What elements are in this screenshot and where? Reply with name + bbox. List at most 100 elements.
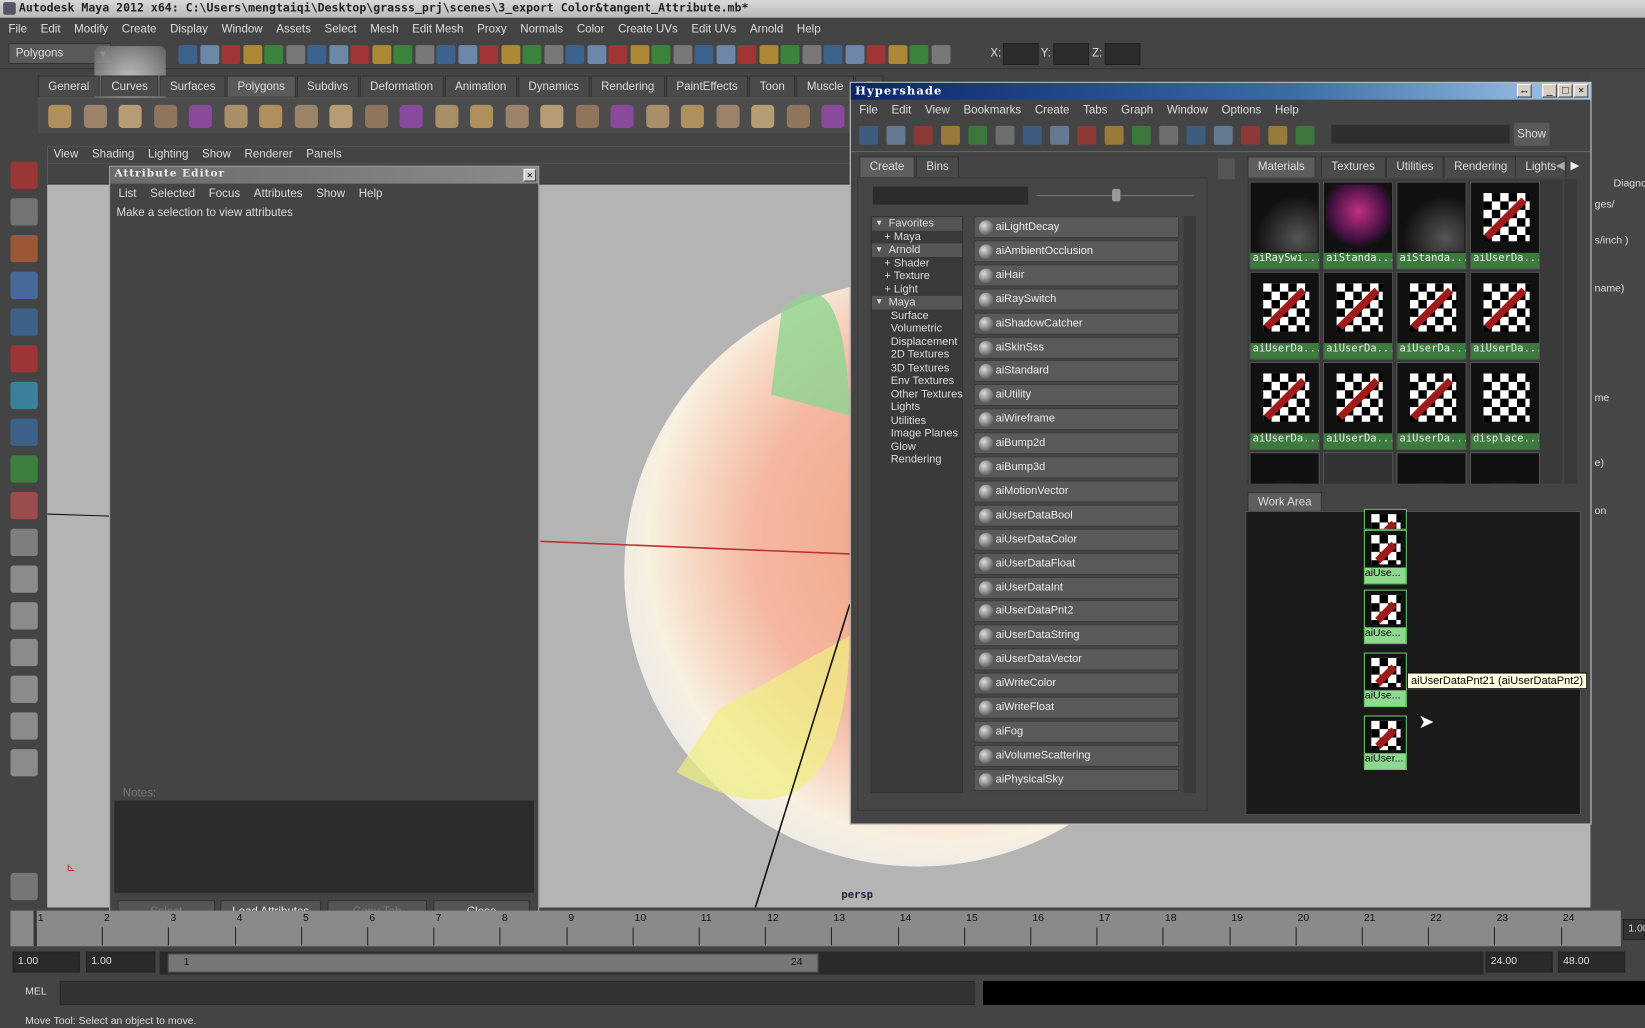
- tab-bins[interactable]: Bins: [915, 156, 960, 178]
- menu-arnold[interactable]: Arnold: [750, 23, 783, 36]
- material-swatch[interactable]: aiUserDa...: [1249, 271, 1320, 360]
- node-list-scrollbar[interactable]: [1183, 216, 1196, 794]
- node-item-aivolumescattering[interactable]: aiVolumeScattering: [973, 744, 1180, 767]
- shelf-tool-icon[interactable]: [329, 104, 353, 128]
- work-area-node[interactable]: aiUse...: [1363, 652, 1407, 708]
- material-swatch[interactable]: aiUserDa...: [1322, 361, 1394, 451]
- shelf-tool-icon[interactable]: [83, 104, 107, 128]
- hs-menu-file[interactable]: File: [859, 103, 878, 116]
- expand-arrow-icon[interactable]: ▼: [875, 217, 883, 230]
- create-filter-field[interactable]: [872, 186, 1029, 205]
- shelf-tool-icon[interactable]: [716, 104, 740, 128]
- menu-normals[interactable]: Normals: [520, 23, 563, 36]
- hs-menu-help[interactable]: Help: [1275, 103, 1299, 116]
- status-tool-icon[interactable]: [716, 45, 735, 64]
- tool-icon[interactable]: [10, 528, 38, 557]
- hypershade-tool-icon[interactable]: [1213, 125, 1233, 145]
- node-item-aihair[interactable]: aiHair: [973, 264, 1180, 287]
- tool-icon[interactable]: [10, 308, 38, 336]
- shelf-tool-icon[interactable]: [505, 104, 529, 128]
- shelf-tab-painteffects[interactable]: PaintEffects: [665, 75, 749, 97]
- status-tool-icon[interactable]: [694, 45, 714, 64]
- menu-select[interactable]: Select: [325, 23, 357, 36]
- viewport-menu-show[interactable]: Show: [202, 147, 231, 164]
- shelf-tool-icon[interactable]: [540, 104, 564, 128]
- material-swatch[interactable]: displace...: [1469, 361, 1541, 451]
- menu-create-uvs[interactable]: Create UVs: [618, 23, 678, 36]
- z-field[interactable]: [1104, 43, 1141, 66]
- tab-create[interactable]: Create: [859, 156, 915, 178]
- node-item-aiwireframe[interactable]: aiWireframe: [973, 408, 1180, 431]
- hypershade-tool-icon[interactable]: [1104, 125, 1124, 145]
- minimize-button[interactable]: _: [1542, 83, 1557, 98]
- status-tool-icon[interactable]: [414, 45, 434, 64]
- node-item-aibump2d[interactable]: aiBump2d: [973, 432, 1180, 455]
- tool-icon[interactable]: [10, 418, 38, 446]
- status-tool-icon[interactable]: [307, 45, 327, 64]
- shelf-tab-subdivs[interactable]: Subdivs: [296, 75, 359, 97]
- node-item-aiphysicalsky[interactable]: aiPhysicalSky: [973, 768, 1180, 791]
- end-time-field[interactable]: 48.00: [1557, 951, 1626, 973]
- tree-item-maya[interactable]: + Maya: [872, 230, 962, 243]
- hypershade-tool-icon[interactable]: [913, 125, 933, 145]
- menu-color[interactable]: Color: [577, 23, 605, 36]
- shelf-tool-icon[interactable]: [434, 104, 458, 128]
- shelf-tool-icon[interactable]: [751, 104, 775, 128]
- tree-item-favorites[interactable]: ▼ Favorites: [871, 217, 963, 231]
- shelf-tool-icon[interactable]: [575, 104, 599, 128]
- shelf-tab-general[interactable]: General: [37, 75, 100, 97]
- hypershade-tool-icon[interactable]: [1186, 125, 1206, 145]
- node-item-aiskinsss[interactable]: aiSkinSss: [973, 336, 1180, 359]
- node-item-aiambientocclusion[interactable]: aiAmbientOcclusion: [973, 240, 1180, 263]
- hypershade-tool-icon[interactable]: [1159, 125, 1179, 145]
- menu-proxy[interactable]: Proxy: [477, 23, 507, 36]
- status-tool-icon[interactable]: [909, 45, 929, 64]
- status-tool-icon[interactable]: [479, 45, 499, 64]
- material-swatch[interactable]: [1322, 452, 1394, 484]
- ae-menu-focus[interactable]: Focus: [209, 187, 240, 200]
- shelf-tool-icon[interactable]: [48, 104, 72, 128]
- shelf-tab-deformation[interactable]: Deformation: [359, 75, 444, 97]
- hypershade-tool-icon[interactable]: [859, 125, 879, 145]
- tab-rendering[interactable]: Rendering: [1443, 156, 1518, 178]
- status-tool-icon[interactable]: [178, 45, 198, 64]
- hypershade-tool-icon[interactable]: [1022, 125, 1042, 145]
- material-swatch[interactable]: [1469, 452, 1541, 484]
- material-swatch[interactable]: aiUserDa...: [1469, 181, 1541, 270]
- shelf-tool-icon[interactable]: [118, 104, 142, 128]
- tool-icon[interactable]: [10, 381, 38, 410]
- tree-item-glow[interactable]: Glow: [872, 440, 962, 453]
- node-item-aiuserdataint[interactable]: aiUserDataInt: [973, 576, 1180, 599]
- tree-item-image-planes[interactable]: Image Planes: [872, 427, 962, 440]
- y-field[interactable]: [1053, 43, 1089, 66]
- command-language-label[interactable]: MEL: [25, 986, 47, 998]
- help-icon[interactable]: [10, 872, 38, 901]
- hs-menu-window[interactable]: Window: [1167, 103, 1208, 116]
- viewport-menu-renderer[interactable]: Renderer: [245, 147, 293, 164]
- tab-work-area[interactable]: Work Area: [1247, 492, 1323, 514]
- shelf-tool-icon[interactable]: [786, 104, 810, 128]
- tool-icon[interactable]: [10, 638, 38, 667]
- status-tool-icon[interactable]: [845, 45, 864, 64]
- tree-item-displacement[interactable]: Displacement: [872, 335, 962, 348]
- node-item-aiwritecolor[interactable]: aiWriteColor: [973, 672, 1180, 695]
- scroll-right-icon[interactable]: ▶: [1571, 158, 1580, 172]
- status-tool-icon[interactable]: [629, 45, 649, 64]
- work-area[interactable]: [1245, 510, 1582, 816]
- ae-menu-show[interactable]: Show: [316, 187, 345, 200]
- shelf-tool-icon[interactable]: [259, 104, 283, 128]
- work-area-node[interactable]: aiUse...: [1363, 529, 1407, 585]
- status-tool-icon[interactable]: [931, 45, 950, 64]
- command-input[interactable]: [59, 980, 975, 1006]
- node-item-aibump3d[interactable]: aiBump3d: [973, 456, 1180, 479]
- playback-start-field[interactable]: 1.00: [86, 951, 156, 973]
- expand-arrow-icon[interactable]: ▼: [875, 243, 883, 256]
- work-area-node[interactable]: [1363, 508, 1407, 530]
- hypershade-tool-icon[interactable]: [968, 125, 988, 145]
- shelf-tool-icon[interactable]: [294, 104, 318, 128]
- status-tool-icon[interactable]: [673, 45, 692, 64]
- tool-icon[interactable]: [10, 749, 38, 777]
- viewport-menu-view[interactable]: View: [54, 147, 79, 164]
- tool-icon[interactable]: [10, 271, 38, 299]
- menu-mesh[interactable]: Mesh: [370, 23, 398, 36]
